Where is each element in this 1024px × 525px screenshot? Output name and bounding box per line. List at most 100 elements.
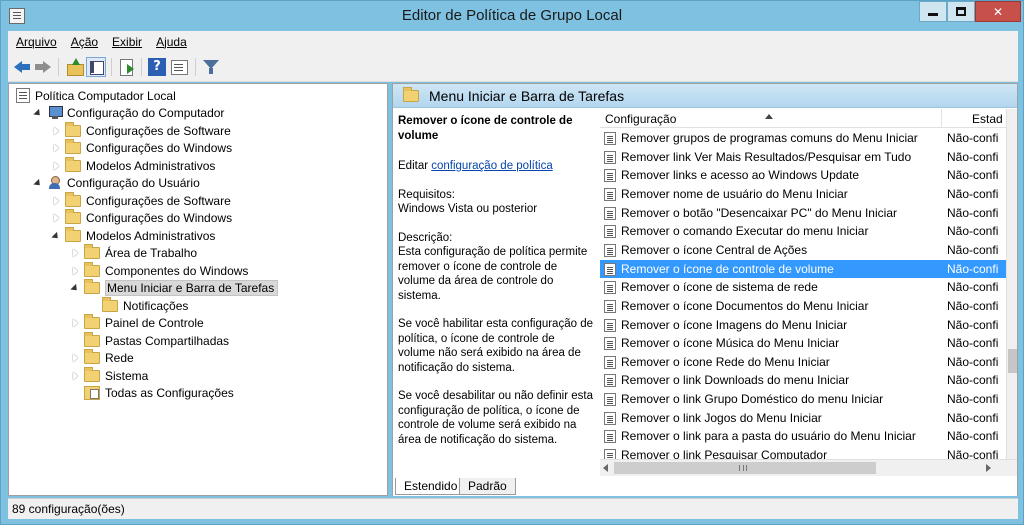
collapsed-arrow-icon[interactable] (69, 247, 81, 259)
window-title: Editor de Política de Grupo Local (401, 7, 623, 24)
properties-icon[interactable] (170, 58, 188, 76)
policy-setting-icon (604, 262, 616, 276)
collapsed-arrow-icon[interactable] (69, 265, 81, 277)
collapsed-arrow-icon[interactable] (69, 370, 81, 382)
collapsed-arrow-icon[interactable] (50, 125, 62, 137)
table-row[interactable]: Remover o comando Executar do menu Inici… (600, 222, 1006, 241)
menu-arquivo[interactable]: Arquivo (16, 35, 57, 49)
column-header-setting[interactable]: Configuração (605, 112, 676, 126)
folder-icon (102, 296, 118, 312)
policy-setting-icon (604, 169, 616, 183)
table-row[interactable]: Remover o ícone de sistema de rede Não-co… (600, 278, 1006, 297)
tree-item[interactable]: Sistema (69, 366, 148, 384)
up-folder-icon[interactable] (66, 58, 84, 76)
close-button[interactable]: ✕ (975, 1, 1021, 22)
expanded-arrow-icon[interactable] (32, 107, 44, 119)
horizontal-scroll-thumb[interactable] (614, 462, 876, 474)
horizontal-scrollbar[interactable] (600, 459, 1017, 476)
setting-name: Remover o link para a pasta do usuário d… (621, 429, 916, 444)
table-row[interactable]: Remover o link Grupo Doméstico do menu I… (600, 390, 1006, 409)
details-pane: Menu Iniciar e Barra de Tarefas Remover … (392, 83, 1018, 496)
tree-item-label: Modelos Administrativos (86, 158, 216, 173)
close-icon: ✕ (992, 4, 1004, 19)
maximize-button[interactable] (947, 1, 975, 22)
collapsed-arrow-icon[interactable] (50, 195, 62, 207)
tree-item[interactable]: Configuração do Computador (32, 105, 224, 122)
table-row[interactable]: Remover o ícone Documentos do Menu Inici… (600, 297, 1006, 316)
tab-estendido[interactable]: Estendido (395, 478, 467, 495)
tree-item[interactable]: Configurações de Software (50, 121, 231, 139)
folder-icon (65, 121, 81, 137)
tree-item[interactable]: Configurações de Software (50, 191, 231, 209)
collapsed-arrow-icon[interactable] (50, 160, 62, 172)
table-row[interactable]: Remover o ícone Rede do Menu Iniciar Não-… (600, 353, 1006, 372)
table-row[interactable]: Remover o ícone de controle de volume Não… (600, 259, 1006, 279)
expanded-arrow-icon[interactable] (50, 230, 62, 242)
tree-item[interactable]: Rede (69, 349, 134, 367)
minimize-button[interactable] (919, 1, 947, 22)
status-bar: 89 configuração(ões) (8, 498, 1018, 519)
tree-item-label: Menu Iniciar e Barra de Tarefas (105, 280, 279, 296)
table-row[interactable]: Remover o ícone Imagens do Menu Iniciar N… (600, 316, 1006, 335)
tree-item[interactable]: Configurações do Windows (50, 139, 232, 157)
show-hide-tree-icon[interactable] (86, 57, 106, 77)
back-arrow-icon[interactable] (13, 58, 31, 76)
tree-item[interactable]: Todas as Configurações (69, 385, 234, 402)
table-row[interactable]: Remover grupos de programas comuns do Me… (600, 129, 1006, 148)
menu-acao[interactable]: Ação (71, 35, 98, 49)
edit-policy-link[interactable]: configuração de política (431, 160, 552, 172)
tree-item[interactable]: Modelos Administrativos (50, 156, 216, 174)
vertical-scroll-thumb[interactable] (1008, 349, 1017, 373)
menu-bar: Arquivo Ação Exibir Ajuda (8, 31, 1018, 52)
collapsed-arrow-icon[interactable] (69, 352, 81, 364)
tree-item[interactable]: Área de Trabalho (69, 244, 197, 262)
collapsed-arrow-icon[interactable] (69, 317, 81, 329)
policy-setting-icon (604, 299, 616, 313)
table-row[interactable]: Remover o botão "Desencaixar PC" do Menu… (600, 204, 1006, 223)
folder-icon (403, 86, 419, 102)
table-row[interactable]: Remover o link Pesquisar Computador Não-c… (600, 446, 1006, 459)
tree-item[interactable]: Menu Iniciar e Barra de Tarefas (69, 279, 279, 297)
tree-item[interactable]: Modelos Administrativos (50, 226, 215, 244)
help-icon[interactable]: ? (148, 58, 166, 76)
folder-icon (84, 244, 100, 259)
tree-item[interactable]: Componentes do Windows (69, 261, 248, 279)
table-row[interactable]: Remover o link Jogos do Menu Iniciar Não-… (600, 409, 1006, 428)
expanded-arrow-icon[interactable] (32, 177, 44, 189)
requirements-label: Requisitos: (398, 188, 455, 201)
menu-exibir[interactable]: Exibir (112, 35, 142, 49)
export-list-icon[interactable] (118, 58, 136, 76)
table-row[interactable]: Remover o link para a pasta do usuário d… (600, 427, 1006, 446)
column-header-state[interactable]: Estad (972, 112, 1003, 126)
forward-arrow-icon[interactable] (34, 58, 52, 76)
collapsed-arrow-icon[interactable] (50, 142, 62, 154)
vertical-scrollbar[interactable] (1006, 109, 1017, 459)
scroll-left-icon[interactable] (603, 464, 608, 472)
tree-item[interactable]: Configuração do Usuário (32, 175, 200, 192)
setting-name: Remover o link Jogos do Menu Iniciar (621, 410, 822, 425)
table-row[interactable]: Remover links e acesso ao Windows Update… (600, 166, 1006, 185)
table-row[interactable]: Remover link Ver Mais Resultados/Pesquis… (600, 148, 1006, 167)
expanded-arrow-icon[interactable] (69, 282, 81, 294)
policy-setting-icon (604, 430, 616, 444)
table-row[interactable]: Remover o ícone Música do Menu Iniciar Nã… (600, 334, 1006, 353)
folder-icon (84, 349, 100, 364)
tree-item[interactable]: Painel de Controle (69, 314, 204, 332)
tree-item[interactable]: Notificações (87, 296, 188, 314)
table-row[interactable]: Remover o ícone Central de Ações Não-conf… (600, 241, 1006, 260)
filter-icon[interactable] (202, 58, 220, 76)
tab-padrao[interactable]: Padrão (459, 478, 516, 495)
menu-ajuda[interactable]: Ajuda (156, 35, 187, 49)
tree-item[interactable]: Pastas Compartilhadas (69, 331, 229, 349)
tree-item-label: Configurações de Software (86, 123, 231, 138)
scroll-right-icon[interactable] (986, 464, 991, 472)
tree-item-label: Configurações do Windows (86, 211, 233, 225)
column-divider[interactable] (941, 109, 942, 128)
table-row[interactable]: Remover o link Downloads do menu Iniciar… (600, 371, 1006, 390)
tree-item[interactable]: Política Computador Local (13, 87, 176, 104)
tree-item[interactable]: Configurações do Windows (50, 209, 233, 227)
user-icon (47, 176, 63, 190)
collapsed-arrow-icon[interactable] (50, 212, 62, 224)
table-row[interactable]: Remover nome de usuário do Menu Iniciar N… (600, 185, 1006, 204)
